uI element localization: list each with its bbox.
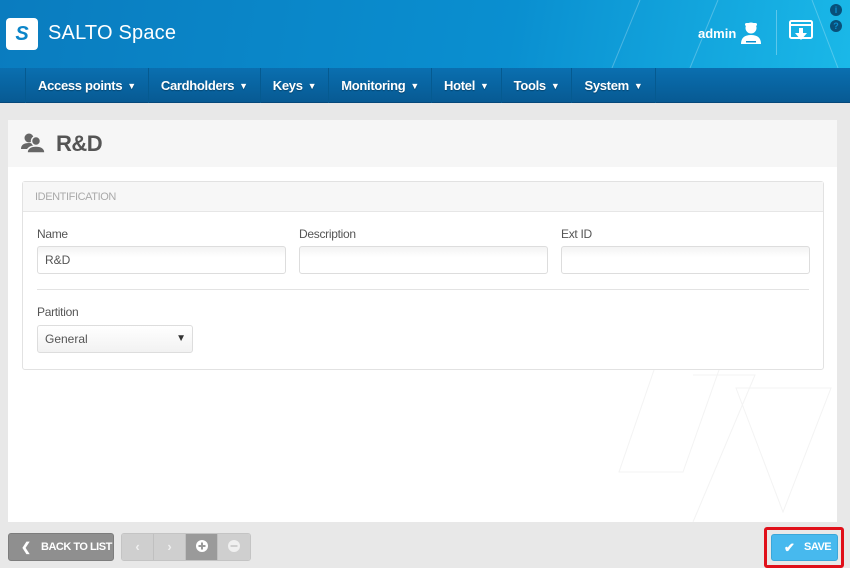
plus-circle-icon [195, 540, 208, 552]
nav-keys[interactable]: Keys ▼ [261, 68, 330, 103]
description-input[interactable] [299, 246, 548, 274]
page-header: R&D [8, 120, 837, 167]
chevron-down-icon: ▼ [410, 80, 420, 91]
chevron-down-icon: ▼ [127, 80, 136, 91]
ext-id-label: Ext ID [561, 227, 592, 241]
user-icon[interactable] [740, 21, 762, 45]
user-group-icon [21, 133, 46, 154]
chevron-left-icon: ❮ [21, 540, 31, 554]
info-icon[interactable]: i [830, 4, 842, 16]
record-nav-group: ‹ › [121, 533, 251, 561]
chevron-left-icon: ‹ [135, 539, 140, 554]
chevron-down-icon: ▼ [550, 80, 560, 91]
nav-access-points[interactable]: Access points ▼ [26, 68, 149, 103]
content-area: R&D IDENTIFICATION Name R&D Description … [8, 120, 837, 522]
remove-button[interactable] [218, 534, 250, 560]
section-title: IDENTIFICATION [23, 182, 823, 212]
back-to-list-button[interactable]: ❮ BACK TO LIST [8, 533, 114, 561]
download-icon[interactable] [789, 20, 813, 42]
chevron-right-icon: › [167, 539, 172, 554]
partition-select[interactable]: General ▼ [37, 325, 193, 353]
chevron-down-icon: ▼ [239, 80, 248, 91]
previous-button[interactable]: ‹ [122, 534, 154, 560]
help-icon[interactable]: ? [830, 20, 842, 32]
app-brand: SALTO Space [48, 22, 177, 44]
name-label: Name [37, 227, 68, 241]
next-button[interactable]: › [154, 534, 186, 560]
description-label: Description [299, 227, 356, 241]
divider [37, 289, 809, 290]
nav-cardholders[interactable]: Cardholders ▼ [149, 68, 261, 103]
salto-logo[interactable]: S [6, 18, 38, 50]
footer-toolbar: ❮ BACK TO LIST ‹ › ✔ SAVE [0, 522, 850, 568]
nav-tools[interactable]: Tools ▼ [502, 68, 573, 103]
top-header: S SALTO Space admin i ? [0, 0, 850, 68]
page-title: R&D [56, 131, 103, 156]
chevron-down-icon: ▼ [633, 80, 643, 91]
partition-label: Partition [37, 305, 79, 319]
name-input[interactable]: R&D [37, 246, 286, 274]
chevron-down-icon: ▼ [307, 80, 317, 91]
user-name[interactable]: admin [698, 26, 736, 41]
main-nav: Access points ▼ Cardholders ▼ Keys ▼ Monito… [0, 68, 850, 103]
nav-monitoring[interactable]: Monitoring ▼ [329, 68, 433, 103]
ext-id-input[interactable] [561, 246, 810, 274]
add-button[interactable] [186, 534, 218, 560]
minus-circle-icon [228, 540, 240, 552]
header-divider [776, 10, 777, 55]
identification-panel: IDENTIFICATION Name R&D Description Ext … [22, 181, 824, 370]
nav-hotel[interactable]: Hotel ▼ [432, 68, 502, 103]
check-icon: ✔ [784, 540, 795, 555]
chevron-down-icon: ▼ [176, 333, 186, 344]
nav-system[interactable]: System ▼ [572, 68, 656, 103]
save-button[interactable]: ✔ SAVE [771, 534, 838, 561]
chevron-down-icon: ▼ [480, 80, 489, 91]
